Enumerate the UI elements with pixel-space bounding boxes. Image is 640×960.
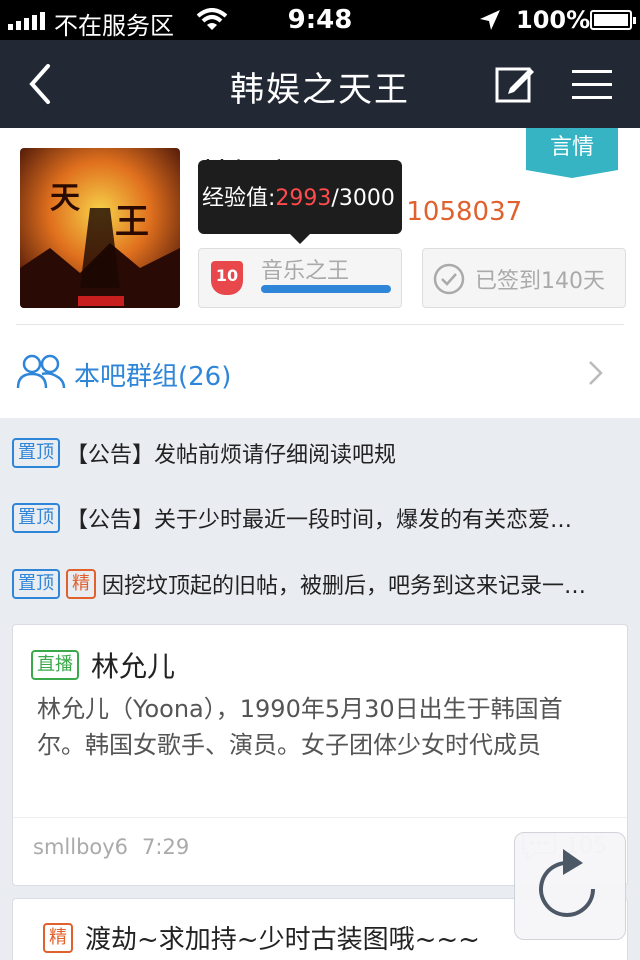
sign-in-button[interactable]: 已签到140天 xyxy=(422,248,626,308)
pinned-badge: 置顶 xyxy=(12,503,60,533)
compose-icon[interactable] xyxy=(494,64,536,104)
category-tag: 言情 xyxy=(526,128,618,178)
sign-in-label: 已签到140天 xyxy=(475,269,605,294)
refresh-button[interactable] xyxy=(514,832,626,940)
experience-separator: / xyxy=(331,186,339,211)
pinned-post-title: 【公告】发帖前烦请仔细阅读吧规 xyxy=(66,443,397,468)
post-excerpt: 林允儿（Yoona），1990年5月30日出生于韩国首尔。韩国女歌手、演员。女子… xyxy=(37,695,563,759)
post-title-row: 精 渡劫~求加持~少时古装图哦~~~ xyxy=(43,919,480,956)
divider xyxy=(16,324,624,325)
level-card[interactable]: 10 音乐之王 xyxy=(198,248,402,308)
level-progress-bar xyxy=(261,285,391,293)
svg-text:天: 天 xyxy=(50,181,80,216)
experience-current: 2993 xyxy=(275,186,332,211)
forum-header: 天 王 言情 韩娱之天王 关注13393帖子 1058037 经验值:2993/… xyxy=(0,128,640,418)
post-title: 渡劫~求加持~少时古装图哦~~~ xyxy=(85,925,480,955)
live-badge: 直播 xyxy=(31,650,79,680)
level-badge: 10 xyxy=(211,261,243,295)
post-title-row: 直播 林允儿 xyxy=(31,645,175,685)
location-arrow-icon xyxy=(480,10,500,30)
refresh-icon xyxy=(539,849,595,917)
post-meta: smllboy6 7:29 xyxy=(33,835,189,859)
forum-cover-image[interactable]: 天 王 xyxy=(20,148,180,308)
pinned-post[interactable]: 置顶 【公告】发帖前烦请仔细阅读吧规 xyxy=(12,436,640,470)
group-label: 本吧群组(26) xyxy=(74,362,232,392)
pinned-post-title: 【公告】关于少时最近一段时间，爆发的有关恋爱… xyxy=(66,508,573,533)
divider xyxy=(13,817,627,818)
nav-bar: 韩娱之天王 xyxy=(0,40,640,128)
post-title: 林允儿 xyxy=(91,650,176,683)
group-icon xyxy=(16,354,66,389)
menu-icon[interactable] xyxy=(570,68,614,102)
pinned-badge: 置顶 xyxy=(12,569,60,599)
posts-count: 1058037 xyxy=(406,197,523,227)
checkmark-circle-icon xyxy=(433,263,465,295)
battery-icon xyxy=(590,10,636,30)
battery-percent: 100% xyxy=(516,6,591,34)
featured-badge: 精 xyxy=(43,922,73,953)
featured-badge: 精 xyxy=(66,569,96,599)
experience-total: 3000 xyxy=(338,186,395,211)
pinned-badge: 置顶 xyxy=(12,438,60,468)
pinned-post[interactable]: 置顶 【公告】关于少时最近一段时间，爆发的有关恋爱… xyxy=(12,501,640,535)
pinned-post[interactable]: 置顶 精 因挖坟顶起的旧帖，被删后，吧务到这来记录一… xyxy=(12,567,640,601)
experience-label: 经验值: xyxy=(202,186,276,211)
post-author: smllboy6 xyxy=(33,835,129,859)
level-name: 音乐之王 xyxy=(261,259,350,284)
chevron-right-icon xyxy=(589,361,603,385)
post-time: 7:29 xyxy=(142,835,190,859)
forum-group-row[interactable]: 本吧群组(26) xyxy=(0,328,640,414)
level-progress-fill xyxy=(261,285,391,293)
pinned-post-title: 因挖坟顶起的旧帖，被删后，吧务到这来记录一… xyxy=(102,574,587,599)
page-title: 韩娱之天王 xyxy=(230,70,410,110)
experience-tooltip: 经验值:2993/3000 xyxy=(198,160,402,244)
status-bar: 不在服务区 9:48 100% xyxy=(0,0,640,40)
svg-text:王: 王 xyxy=(115,202,149,242)
